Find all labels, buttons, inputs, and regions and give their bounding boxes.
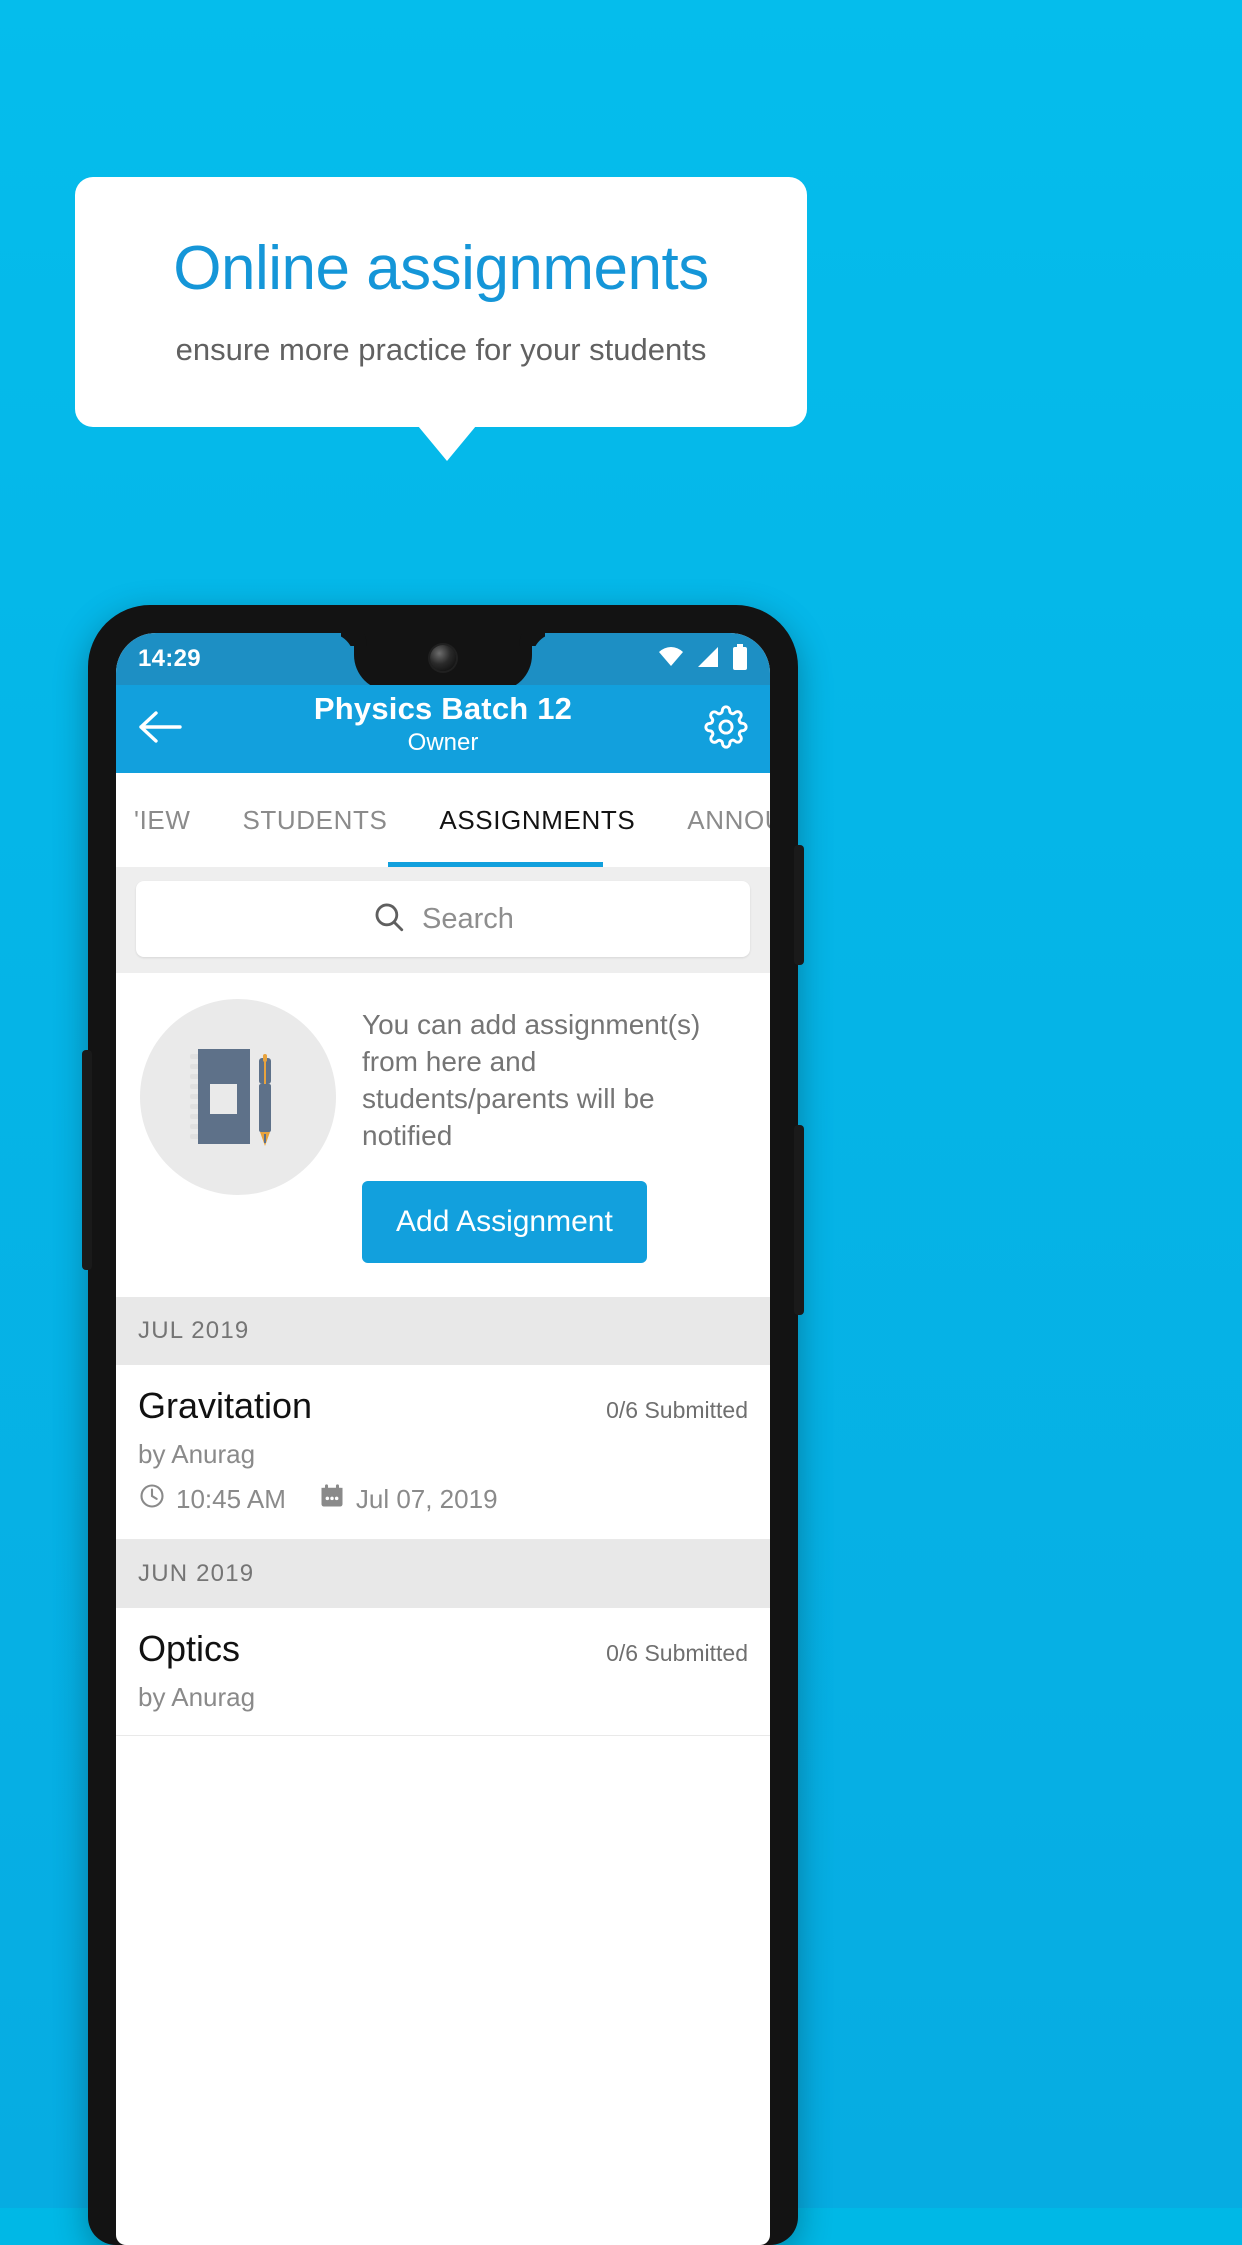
phone-side-button: [794, 1125, 804, 1315]
tab-assignments[interactable]: ASSIGNMENTS: [413, 805, 661, 836]
clock-icon: [138, 1482, 166, 1517]
phone-frame: 14:29 Physics Batch 12 Owner 'IEW STUDEN…: [82, 605, 804, 2245]
page-title: Physics Batch 12: [313, 691, 573, 726]
callout-tail: [418, 426, 476, 461]
calendar-icon: [318, 1482, 346, 1517]
search-input[interactable]: Search: [422, 903, 514, 936]
status-bar: 14:29: [116, 633, 770, 691]
phone-volume-button: [82, 1050, 92, 1270]
table-row[interactable]: Optics 0/6 Submitted by Anurag: [116, 1607, 770, 1736]
empty-state-illustration: [140, 999, 336, 1195]
promo-callout-card: Online assignments ensure more practice …: [75, 177, 807, 427]
status-time: 14:29: [138, 645, 201, 672]
promo-title: Online assignments: [173, 234, 709, 304]
assignment-title: Gravitation: [138, 1384, 313, 1426]
gear-icon: [704, 704, 748, 754]
month-header-jul: JUL 2019: [116, 1296, 770, 1365]
phone-screen: 14:29 Physics Batch 12 Owner 'IEW STUDEN…: [116, 633, 770, 2245]
camera-notch: [354, 633, 532, 691]
assignment-submitted-count: 0/6 Submitted: [606, 1396, 748, 1423]
app-bar-titles: Physics Batch 12 Owner: [116, 691, 770, 757]
back-button[interactable]: [138, 710, 182, 749]
search-section: Search: [116, 867, 770, 973]
assignment-meta: 10:45 AM Jul 07, 2019: [138, 1482, 748, 1517]
page-subtitle: Owner: [407, 729, 479, 756]
search-bar[interactable]: Search: [136, 881, 750, 957]
assignment-submitted-count: 0/6 Submitted: [606, 1639, 748, 1666]
back-arrow-icon: [138, 710, 182, 749]
phone-power-button: [794, 845, 804, 965]
tab-announcements[interactable]: ANNOUNCEM: [661, 805, 770, 836]
month-header-jun: JUN 2019: [116, 1539, 770, 1608]
promo-subtitle: ensure more practice for your students: [175, 331, 707, 367]
tab-students[interactable]: STUDENTS: [216, 805, 413, 836]
tab-active-indicator: [388, 862, 603, 867]
assignment-time: 10:45 AM: [176, 1483, 286, 1514]
assignment-title: Optics: [138, 1627, 241, 1669]
add-assignment-button[interactable]: Add Assignment: [362, 1180, 647, 1263]
empty-state-card: You can add assignment(s) from here and …: [116, 973, 770, 1297]
assignment-author: by Anurag: [138, 1438, 256, 1469]
assignment-heading-row: Optics 0/6 Submitted: [138, 1628, 748, 1670]
status-icons: [658, 643, 748, 675]
app-bar: Physics Batch 12 Owner: [116, 685, 770, 773]
battery-icon: [732, 643, 748, 675]
empty-state-content: You can add assignment(s) from here and …: [362, 999, 746, 1263]
tab-bar[interactable]: 'IEW STUDENTS ASSIGNMENTS ANNOUNCEM: [116, 773, 770, 867]
tab-overview[interactable]: 'IEW: [116, 805, 216, 836]
front-camera-icon: [430, 645, 456, 671]
assignment-heading-row: Gravitation 0/6 Submitted: [138, 1385, 748, 1427]
notebook-and-pen-icon: [190, 1049, 271, 1146]
settings-button[interactable]: [704, 704, 748, 754]
signal-icon: [696, 646, 720, 673]
wifi-icon: [658, 646, 684, 672]
table-row[interactable]: Gravitation 0/6 Submitted by Anurag 10:4…: [116, 1364, 770, 1540]
assignment-author: by Anurag: [138, 1681, 256, 1712]
search-icon: [372, 900, 406, 939]
empty-state-message: You can add assignment(s) from here and …: [362, 1009, 701, 1151]
assignment-date: Jul 07, 2019: [355, 1483, 498, 1514]
